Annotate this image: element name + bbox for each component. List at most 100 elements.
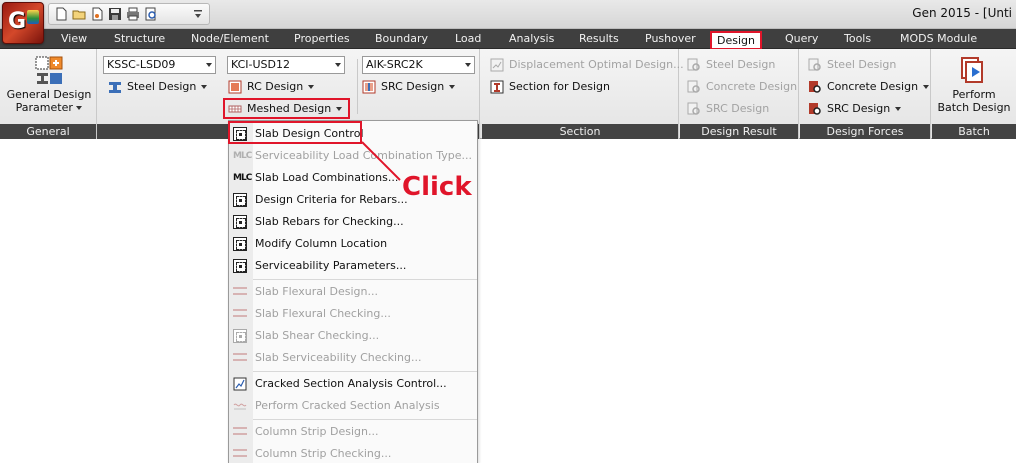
perform-batch-design-button[interactable]: Perform Batch Design [935, 55, 1013, 119]
steel-design-label: Steel Design [127, 80, 197, 93]
slab-icon [233, 237, 247, 251]
strip-icon [233, 427, 247, 435]
menu-item-slab-rebars-for-checking[interactable]: Slab Rebars for Checking... [229, 211, 477, 232]
section-for-design-icon [490, 80, 504, 94]
quick-access-toolbar [48, 3, 210, 25]
title-bar: Gen 2015 - [Unti [0, 0, 1016, 29]
group-batch: Perform Batch Design Batch [932, 49, 1016, 139]
app-logo-letter: G [8, 9, 27, 34]
forces-src-design-label: SRC Design [827, 102, 891, 115]
chevron-down-icon [201, 85, 208, 89]
new-file-icon[interactable] [54, 7, 68, 21]
menu-item-slab-flexural-checking[interactable]: Slab Flexural Checking... [229, 303, 477, 324]
result-steel-design-label: Steel Design [706, 58, 776, 71]
steel-result-icon [687, 58, 700, 71]
menu-item-label: Column Strip Checking... [255, 447, 392, 460]
menu-view[interactable]: View [61, 32, 87, 45]
general-design-parameter-label-row: Parameter [4, 101, 94, 114]
menu-design[interactable]: Design [710, 31, 762, 50]
menu-item-cracked-section-analysis-control[interactable]: Cracked Section Analysis Control... [229, 373, 477, 394]
menu-boundary[interactable]: Boundary [375, 32, 428, 45]
menu-pushover[interactable]: Pushover [645, 32, 696, 45]
menu-properties[interactable]: Properties [294, 32, 350, 45]
menu-load[interactable]: Load [455, 32, 481, 45]
strip-icon [233, 449, 247, 457]
print-icon[interactable] [126, 7, 140, 21]
strip-icon [233, 287, 247, 295]
steel-design-icon [109, 82, 121, 93]
menu-item-label: Slab Shear Checking... [255, 329, 380, 342]
menu-item-serviceability-load-combination-type[interactable]: MLC Serviceability Load Combination Type… [229, 145, 477, 166]
chevron-down-icon [335, 63, 341, 67]
menu-structure[interactable]: Structure [114, 32, 165, 45]
chevron-down-icon [76, 106, 83, 110]
save-icon[interactable] [108, 7, 122, 21]
application-button[interactable]: G [2, 2, 44, 44]
group-label-design-result: Design Result [680, 124, 798, 139]
group-label-section: Section [482, 124, 678, 139]
menu-query[interactable]: Query [785, 32, 818, 45]
menu-mods-module[interactable]: MODS Module [900, 32, 977, 45]
click-annotation: Click [402, 172, 472, 202]
strip-icon [233, 309, 247, 317]
rc-code-select[interactable]: KCI-USD12 [227, 56, 345, 74]
menu-item-label: Serviceability Parameters... [255, 259, 407, 272]
design-parameter-icon [35, 56, 63, 84]
menu-analysis[interactable]: Analysis [509, 32, 554, 45]
steel-code-select[interactable]: KSSC-LSD09 [103, 56, 216, 74]
app-window: Gen 2015 - [Unti G View Structure Node/E… [0, 0, 1016, 463]
displacement-optimal-icon [490, 58, 504, 72]
src-code-select[interactable]: AIK-SRC2K [362, 56, 475, 74]
chevron-down-icon [308, 85, 315, 89]
menu-separator [253, 371, 477, 372]
menu-item-modify-column-location[interactable]: Modify Column Location [229, 233, 477, 254]
menu-item-label: Slab Load Combinations... [255, 171, 399, 184]
menu-item-perform-cracked-section-analysis[interactable]: Perform Cracked Section Analysis [229, 395, 477, 416]
general-design-parameter-label-1: General Design [6, 88, 92, 101]
crack-icon [233, 377, 247, 391]
group-label-batch: Batch [932, 124, 1016, 139]
menu-item-label: Slab Flexural Checking... [255, 307, 391, 320]
group-general: General Design Parameter General [0, 49, 97, 139]
chevron-down-icon [449, 85, 456, 89]
rc-design-label: RC Design [247, 80, 304, 93]
menu-item-label: Slab Flexural Design... [255, 285, 378, 298]
result-concrete-design-label: Concrete Design [706, 80, 798, 93]
steel-code-value: KSSC-LSD09 [107, 58, 176, 71]
menu-item-label: Serviceability Load Combination Type... [255, 149, 472, 162]
forces-concrete-design-label: Concrete Design [827, 80, 919, 93]
menu-item-column-strip-checking[interactable]: Column Strip Checking... [229, 443, 477, 463]
perform-batch-design-label-1: Perform [952, 88, 996, 101]
menu-item-label: Design Criteria for Rebars... [255, 193, 408, 206]
print-preview-icon[interactable] [144, 7, 158, 21]
open-file-icon[interactable] [90, 7, 104, 21]
menu-item-label: Slab Rebars for Checking... [255, 215, 404, 228]
menu-item-slab-shear-checking[interactable]: Slab Shear Checking... [229, 325, 477, 346]
menu-results[interactable]: Results [579, 32, 619, 45]
result-src-design-label: SRC Design [706, 102, 770, 115]
open-folder-icon[interactable] [72, 7, 86, 21]
menu-item-slab-serviceability-checking[interactable]: Slab Serviceability Checking... [229, 347, 477, 368]
menu-item-label: Cracked Section Analysis Control... [255, 377, 447, 390]
app-logo-mark-icon [27, 10, 39, 24]
menu-item-label: Slab Serviceability Checking... [255, 351, 422, 364]
menu-item-label: Perform Cracked Section Analysis [255, 399, 440, 412]
menu-item-serviceability-parameters[interactable]: Serviceability Parameters... [229, 255, 477, 276]
menu-item-slab-flexural-design[interactable]: Slab Flexural Design... [229, 281, 477, 302]
menu-tools[interactable]: Tools [844, 32, 871, 45]
slab-design-control-highlight [228, 121, 362, 144]
mlc-icon: MLC [233, 151, 252, 161]
section-for-design-label: Section for Design [509, 80, 610, 93]
chevron-down-icon [923, 85, 930, 89]
menu-item-column-strip-design[interactable]: Column Strip Design... [229, 421, 477, 442]
chevron-down-icon [465, 63, 471, 67]
general-design-parameter-button[interactable]: General Design Parameter [4, 55, 94, 119]
src-code-value: AIK-SRC2K [366, 58, 423, 71]
customize-toolbar-icon[interactable] [193, 9, 203, 19]
slab-icon [233, 193, 247, 207]
menu-node-element[interactable]: Node/Element [191, 32, 269, 45]
group-divider [357, 59, 358, 114]
window-title: Gen 2015 - [Unti [912, 6, 1012, 20]
src-design-label: SRC Design [381, 80, 445, 93]
rc-design-icon [228, 80, 242, 94]
